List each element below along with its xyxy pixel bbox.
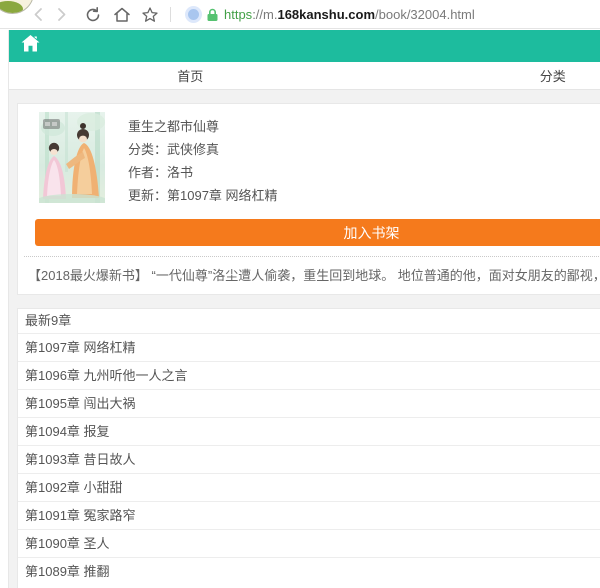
book-description: 【2018最火爆新书】 “一代仙尊”洛尘遭人偷袭，重生回到地球。 地位普通的他，… — [28, 265, 600, 284]
site-header — [9, 30, 600, 62]
site-info-icon[interactable] — [188, 9, 199, 20]
webpage: 首页 分类 — [8, 30, 600, 588]
book-cover-image — [39, 112, 105, 203]
page-content: 重生之都市仙尊 分类：武侠修真 作者：洛书 更新：第1097章 网络杠精 加入书… — [9, 90, 600, 588]
main-nav: 首页 分类 — [9, 62, 600, 90]
secure-lock-icon[interactable] — [206, 8, 223, 25]
book-latest-update: 更新：第1097章 网络杠精 — [128, 184, 278, 207]
nav-category[interactable]: 分类 — [372, 66, 600, 85]
url-path: /book/32004.html — [375, 7, 475, 22]
book-category: 分类：武侠修真 — [128, 138, 278, 161]
book-author: 作者：洛书 — [128, 161, 278, 184]
refresh-icon[interactable] — [84, 6, 101, 23]
chapter-link[interactable]: 第1089章 推翻 — [18, 557, 600, 585]
chapter-link[interactable]: 第1096章 九州听他一人之言 — [18, 361, 600, 389]
chapters-header: 最新9章 — [18, 309, 600, 333]
chapter-link[interactable]: 第1093章 昔日故人 — [18, 445, 600, 473]
chapter-link[interactable]: 第1094章 报复 — [18, 417, 600, 445]
url-domain: 168kanshu.com — [277, 7, 375, 22]
book-title: 重生之都市仙尊 — [128, 115, 278, 138]
chapter-link[interactable]: 第1092章 小甜甜 — [18, 473, 600, 501]
chapter-link[interactable]: 第1090章 圣人 — [18, 529, 600, 557]
chapter-link[interactable]: 第1091章 冤家路窄 — [18, 501, 600, 529]
address-bar[interactable]: https://m.168kanshu.com/book/32004.html — [224, 0, 475, 29]
home-icon[interactable] — [21, 35, 40, 57]
floating-avatar-icon — [0, 0, 34, 14]
chapter-link[interactable]: 第1097章 网络杠精 — [18, 333, 600, 361]
back-icon[interactable] — [30, 6, 47, 23]
home-toolbar-icon[interactable] — [113, 6, 130, 23]
toolbar-divider — [170, 7, 171, 22]
url-separator: ://m. — [252, 7, 277, 22]
forward-icon[interactable] — [53, 6, 70, 23]
latest-chapters-card: 最新9章 第1097章 网络杠精 第1096章 九州听他一人之言 第1095章 … — [17, 308, 600, 588]
browser-toolbar: https://m.168kanshu.com/book/32004.html — [0, 0, 600, 29]
nav-home[interactable]: 首页 — [9, 66, 372, 85]
url-scheme: https — [224, 7, 252, 22]
chapter-link[interactable]: 第1095章 闯出大祸 — [18, 389, 600, 417]
book-meta: 重生之都市仙尊 分类：武侠修真 作者：洛书 更新：第1097章 网络杠精 — [128, 112, 278, 207]
book-description-section: 【2018最火爆新书】 “一代仙尊”洛尘遭人偷袭，重生回到地球。 地位普通的他，… — [24, 256, 600, 294]
book-info-card: 重生之都市仙尊 分类：武侠修真 作者：洛书 更新：第1097章 网络杠精 加入书… — [17, 103, 600, 295]
bookmark-star-icon[interactable] — [141, 6, 158, 23]
add-to-shelf-button[interactable]: 加入书架 — [35, 219, 600, 246]
book-top-section: 重生之都市仙尊 分类：武侠修真 作者：洛书 更新：第1097章 网络杠精 — [18, 104, 600, 207]
avatar-decoration — [0, 1, 23, 14]
section-gap — [9, 295, 600, 308]
